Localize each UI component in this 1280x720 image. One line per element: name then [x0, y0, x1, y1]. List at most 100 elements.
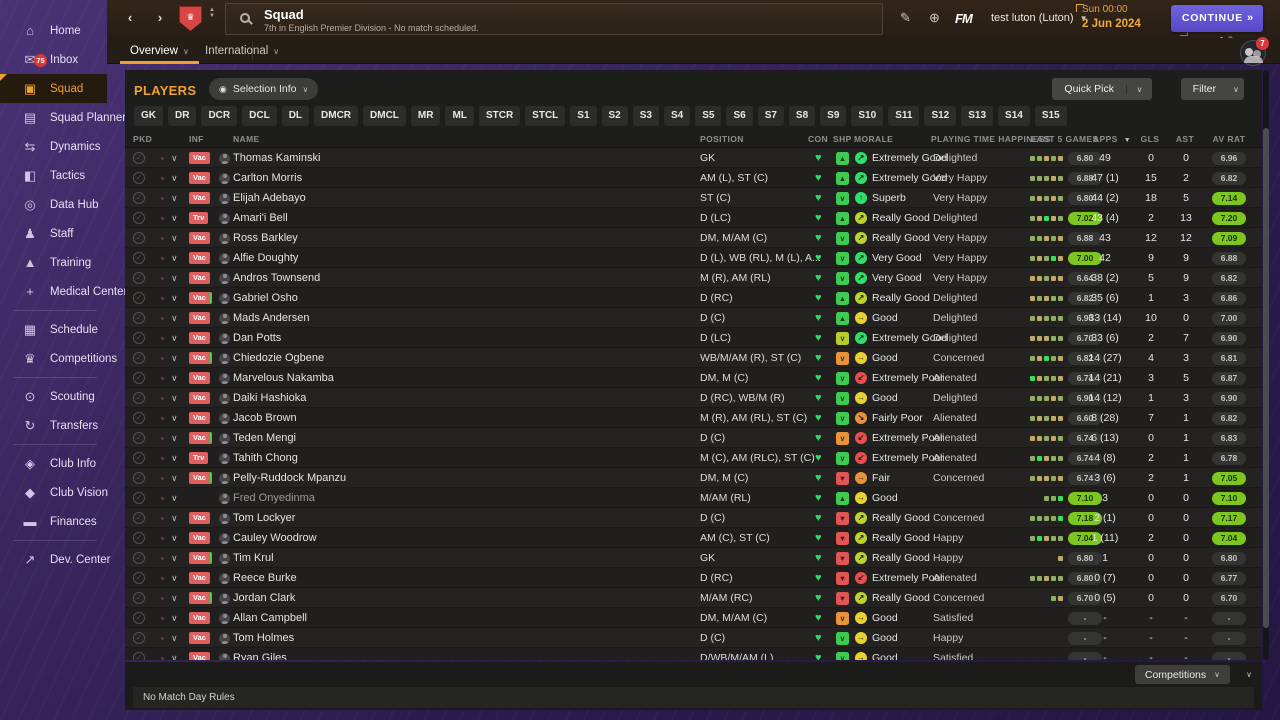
pkd-cell[interactable]: ✓ — [133, 228, 145, 248]
table-row[interactable]: ✓ ∨ Vac Andros Townsend M (R), AM (RL) ♥ ∨ ↗ Ver… — [125, 268, 1262, 288]
scrollbar-thumb[interactable] — [1263, 128, 1269, 628]
sidebar-item-club-info[interactable]: ◈ Club Info — [0, 449, 107, 478]
pkd-cell[interactable]: ✓ — [133, 188, 145, 208]
player-name[interactable]: Dan Potts — [233, 328, 281, 348]
info-cell[interactable]: Vac — [189, 188, 210, 208]
table-row[interactable]: ✓ ∨ Vac Tim Krul GK ♥ ▼ ↗ Really Good Happy 6.80 1 0… — [125, 548, 1262, 568]
info-cell[interactable]: Vac — [189, 648, 210, 660]
sidebar-item-schedule[interactable]: ▦ Schedule — [0, 315, 107, 344]
row-expand-chevron-icon[interactable]: ∨ — [171, 508, 178, 528]
sidebar-item-scouting[interactable]: ⊙ Scouting — [0, 382, 107, 411]
edit-pencil-icon[interactable]: ✎ — [900, 10, 911, 26]
info-cell[interactable]: Vac — [189, 348, 212, 368]
pkd-cell[interactable]: ✓ — [133, 308, 145, 328]
position-filter-s8[interactable]: S8 — [788, 106, 816, 126]
row-expand-chevron-icon[interactable]: ∨ — [171, 208, 178, 228]
chevron-down-icon[interactable]: ∨ — [1126, 84, 1152, 94]
player-name[interactable]: Ross Barkley — [233, 228, 298, 248]
info-cell[interactable]: Vac — [189, 148, 210, 168]
pkd-cell[interactable]: ✓ — [133, 468, 145, 488]
sidebar-item-club-vision[interactable]: ◆ Club Vision — [0, 478, 108, 507]
date-display[interactable]: Sun 00:00 2 Jun 2024 — [1076, 4, 1188, 36]
player-name[interactable]: Andros Townsend — [233, 268, 320, 288]
table-row[interactable]: ✓ ∨ Vac Tom Lockyer D (C) ♥ ▼ ↗ Really Good Conce… — [125, 508, 1262, 528]
info-cell[interactable]: Vac — [189, 308, 210, 328]
pkd-cell[interactable]: ✓ — [133, 528, 145, 548]
table-row[interactable]: ✓ ∨ Vac Jordan Clark M/AM (RC) ♥ ▼ ↗ Really Good… — [125, 588, 1262, 608]
info-cell[interactable]: Vac — [189, 628, 210, 648]
sidebar-item-competitions[interactable]: ♛ Competitions — [0, 344, 117, 373]
player-name[interactable]: Thomas Kaminski — [233, 148, 320, 168]
position-filter-s15[interactable]: S15 — [1034, 106, 1067, 126]
table-row[interactable]: ✓ ∨ Fred Onyedinma M/AM (RL) ♥ ▲ → Good 7.10 3 0 0 7… — [125, 488, 1262, 508]
pkd-cell[interactable]: ✓ — [133, 248, 145, 268]
player-name[interactable]: Daiki Hashioka — [233, 388, 306, 408]
row-expand-chevron-icon[interactable]: ∨ — [171, 588, 178, 608]
club-switch-icon[interactable]: ▲ ▼ — [209, 7, 215, 19]
sidebar-item-transfers[interactable]: ↻ Transfers — [0, 411, 107, 440]
player-name[interactable]: Tom Lockyer — [233, 508, 295, 528]
position-filter-mr[interactable]: MR — [410, 106, 441, 126]
column-header-pkd[interactable]: PKD — [133, 134, 152, 144]
sidebar-item-home[interactable]: ⌂ Home — [0, 16, 107, 45]
player-name[interactable]: Chiedozie Ogbene — [233, 348, 324, 368]
position-filter-dmcr[interactable]: DMCR — [314, 106, 359, 126]
info-cell[interactable]: Vac — [189, 568, 210, 588]
player-name[interactable]: Tom Holmes — [233, 628, 294, 648]
table-row[interactable]: ✓ ∨ Vac Chiedozie Ogbene WB/M/AM (R), ST (C)… — [125, 348, 1262, 368]
column-header-morale[interactable]: MORALE — [854, 134, 893, 144]
position-filter-stcl[interactable]: STCL — [525, 106, 566, 126]
pkd-cell[interactable]: ✓ — [133, 628, 145, 648]
position-filter-stcr[interactable]: STCR — [478, 106, 521, 126]
player-name[interactable]: Carlton Morris — [233, 168, 302, 188]
row-expand-chevron-icon[interactable]: ∨ — [171, 468, 178, 488]
row-expand-chevron-icon[interactable]: ∨ — [171, 648, 178, 661]
sidebar-item-inbox[interactable]: ✉ 75 Inbox — [0, 45, 107, 74]
info-cell[interactable]: Vac — [189, 288, 212, 308]
continue-button[interactable]: CONTINUE» — [1171, 5, 1263, 32]
forward-button[interactable]: › — [150, 8, 170, 28]
row-expand-chevron-icon[interactable]: ∨ — [171, 428, 178, 448]
back-button[interactable]: ‹ — [120, 8, 140, 28]
avatar[interactable]: 7 — [1240, 37, 1269, 66]
player-name[interactable]: Mads Andersen — [233, 308, 309, 328]
table-row[interactable]: ✓ ∨ Vac Pelly-Ruddock Mpanzu DM, M (C) ♥ ▼ → Fai… — [125, 468, 1262, 488]
info-cell[interactable]: Vac — [189, 428, 212, 448]
row-expand-chevron-icon[interactable]: ∨ — [171, 608, 178, 628]
table-row[interactable]: ✓ ∨ Vac Tom Holmes D (C) ♥ ∨ → Good Happy - - - - - — [125, 628, 1262, 648]
row-expand-chevron-icon[interactable]: ∨ — [171, 628, 178, 648]
column-header-last-5-games[interactable]: LAST 5 GAMES — [1031, 134, 1099, 144]
pkd-cell[interactable]: ✓ — [133, 568, 145, 588]
table-row[interactable]: ✓ ∨ Vac Dan Potts D (LC) ♥ ∨ ↗ Extremely Good Del… — [125, 328, 1262, 348]
table-row[interactable]: ✓ ∨ Vac Gabriel Osho D (RC) ♥ ▲ ↗ Really Good Del… — [125, 288, 1262, 308]
info-cell[interactable]: Trv — [189, 208, 209, 228]
row-expand-chevron-icon[interactable]: ∨ — [171, 348, 178, 368]
pkd-cell[interactable]: ✓ — [133, 608, 145, 628]
table-row[interactable]: ✓ ∨ Vac Jacob Brown M (R), AM (RL), ST (C) ♥ ∨… — [125, 408, 1262, 428]
info-cell[interactable]: Vac — [189, 408, 210, 428]
table-row[interactable]: ✓ ∨ Vac Carlton Morris AM (L), ST (C) ♥ ▲ ↗ Extr… — [125, 168, 1262, 188]
player-name[interactable]: Alfie Doughty — [233, 248, 298, 268]
row-expand-chevron-icon[interactable]: ∨ — [171, 188, 178, 208]
position-filter-s3[interactable]: S3 — [632, 106, 659, 126]
info-cell[interactable]: Vac — [189, 468, 212, 488]
table-row[interactable]: ✓ ∨ Vac Cauley Woodrow AM (C), ST (C) ♥ ▼ ↗ Real… — [125, 528, 1262, 548]
column-header-con[interactable]: CON — [808, 134, 828, 144]
column-header-av-rat[interactable]: AV RAT — [1208, 134, 1250, 144]
info-cell[interactable]: Vac — [189, 508, 210, 528]
info-cell[interactable]: Vac — [189, 528, 210, 548]
player-name[interactable]: Allan Campbell — [233, 608, 307, 628]
player-name[interactable]: Jordan Clark — [233, 588, 295, 608]
row-expand-chevron-icon[interactable]: ∨ — [171, 268, 178, 288]
title-search-box[interactable]: Squad 7th in English Premier Division - … — [225, 3, 883, 35]
table-row[interactable]: ✓ ∨ Vac Marvelous Nakamba DM, M (C) ♥ ∨ ↙ Extrem… — [125, 368, 1262, 388]
row-expand-chevron-icon[interactable]: ∨ — [171, 328, 178, 348]
sidebar-item-finances[interactable]: ▬ Finances — [0, 507, 107, 536]
player-name[interactable]: Amari'i Bell — [233, 208, 288, 228]
position-filter-s4[interactable]: S4 — [663, 106, 691, 126]
row-expand-chevron-icon[interactable]: ∨ — [171, 288, 178, 308]
info-cell[interactable]: Vac — [189, 268, 210, 288]
info-cell[interactable]: Vac — [189, 608, 210, 628]
vertical-scrollbar[interactable] — [1263, 70, 1269, 660]
table-row[interactable]: ✓ ∨ Vac Ryan Giles D/WB/M/AM (L) ♥ ∨ → Good Satis… — [125, 648, 1262, 660]
